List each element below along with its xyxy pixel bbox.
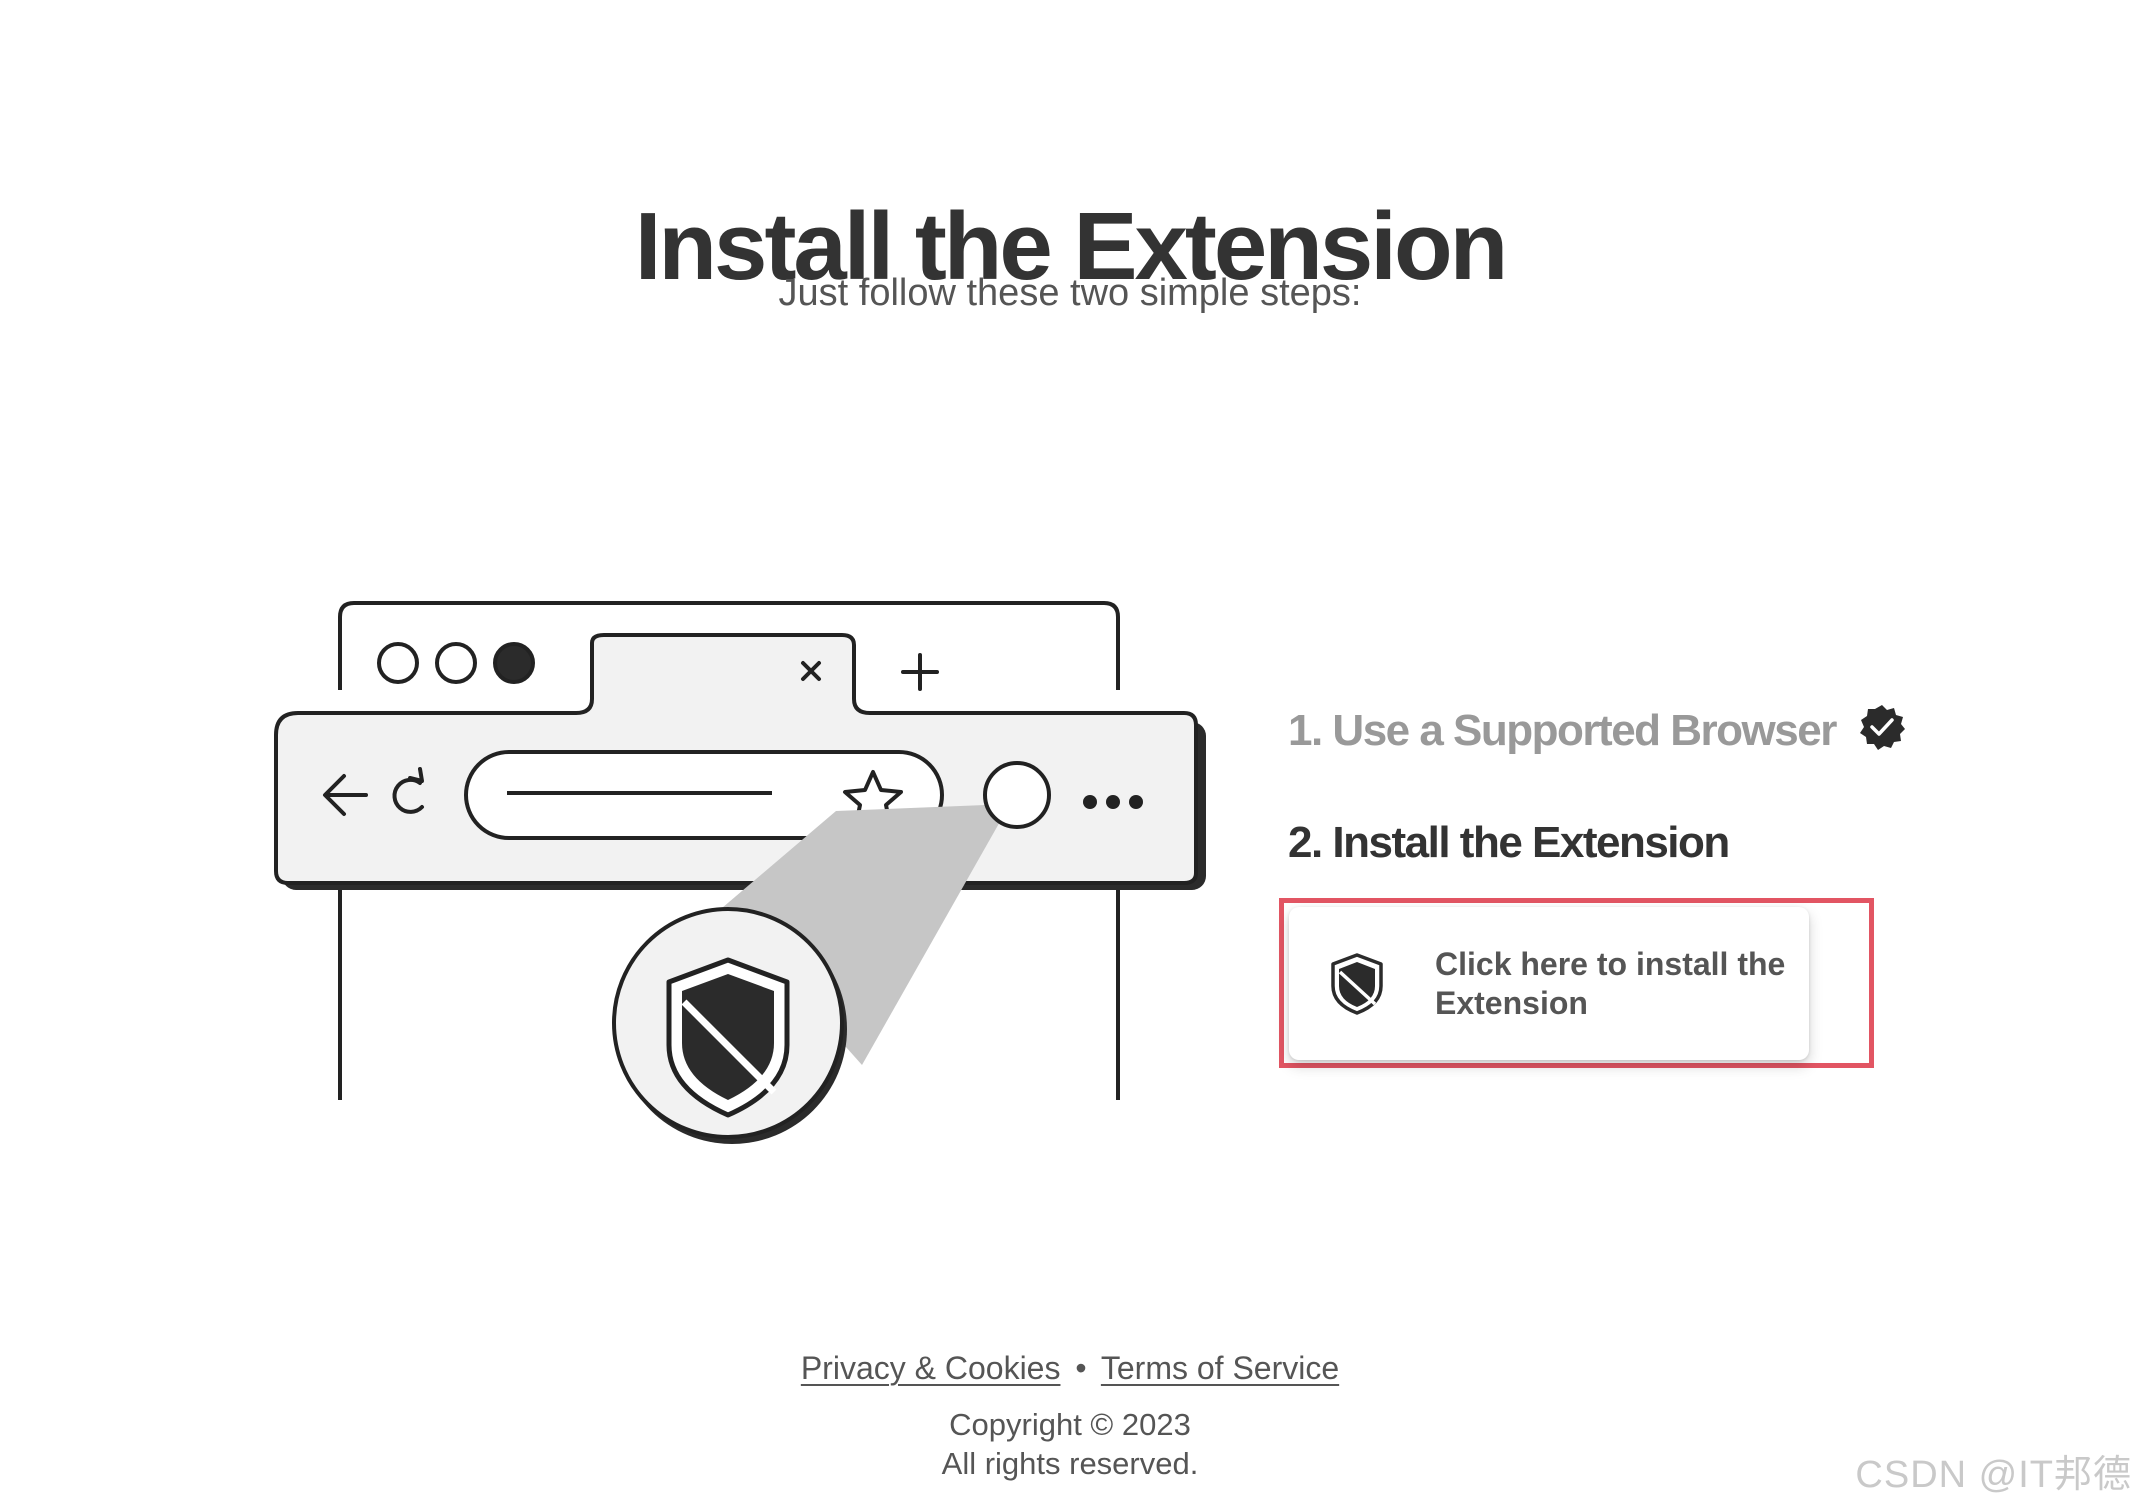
steps-list: 1. Use a Supported Browser 2. Install th… <box>1288 700 1988 874</box>
page-subtitle: Just follow these two simple steps: <box>778 272 1362 314</box>
copyright: Copyright © 2023 All rights reserved. <box>0 1405 2140 1483</box>
extension-slot-icon <box>983 761 1051 829</box>
watermark: CSDN @IT邦德 <box>1855 1454 2132 1496</box>
copyright-line: Copyright © 2023 <box>949 1407 1191 1442</box>
browser-illustration <box>270 595 1220 1155</box>
window-control-close <box>377 642 419 684</box>
rights-reserved-line: All rights reserved. <box>941 1446 1199 1481</box>
shield-icon <box>1331 952 1383 1015</box>
privacy-cookies-link[interactable]: Privacy & Cookies <box>801 1350 1061 1386</box>
step-install-extension: 2. Install the Extension <box>1288 812 1988 874</box>
install-button-label: Click here to install the Extension <box>1435 945 1786 1021</box>
footer-separator: • <box>1075 1350 1087 1386</box>
footer-links: Privacy & Cookies • Terms of Service <box>0 1350 2140 1387</box>
step-supported-browser: 1. Use a Supported Browser <box>1288 700 1988 762</box>
verified-check-icon <box>1859 705 1905 750</box>
step-2-label: 2. Install the Extension <box>1288 818 1730 867</box>
terms-of-service-link[interactable]: Terms of Service <box>1101 1350 1339 1386</box>
install-extension-button[interactable]: Click here to install the Extension <box>1289 907 1809 1060</box>
more-menu-icon <box>1083 795 1143 809</box>
window-control-maximize <box>493 642 535 684</box>
step-1-label: 1. Use a Supported Browser <box>1288 706 1837 755</box>
window-control-minimize <box>435 642 477 684</box>
